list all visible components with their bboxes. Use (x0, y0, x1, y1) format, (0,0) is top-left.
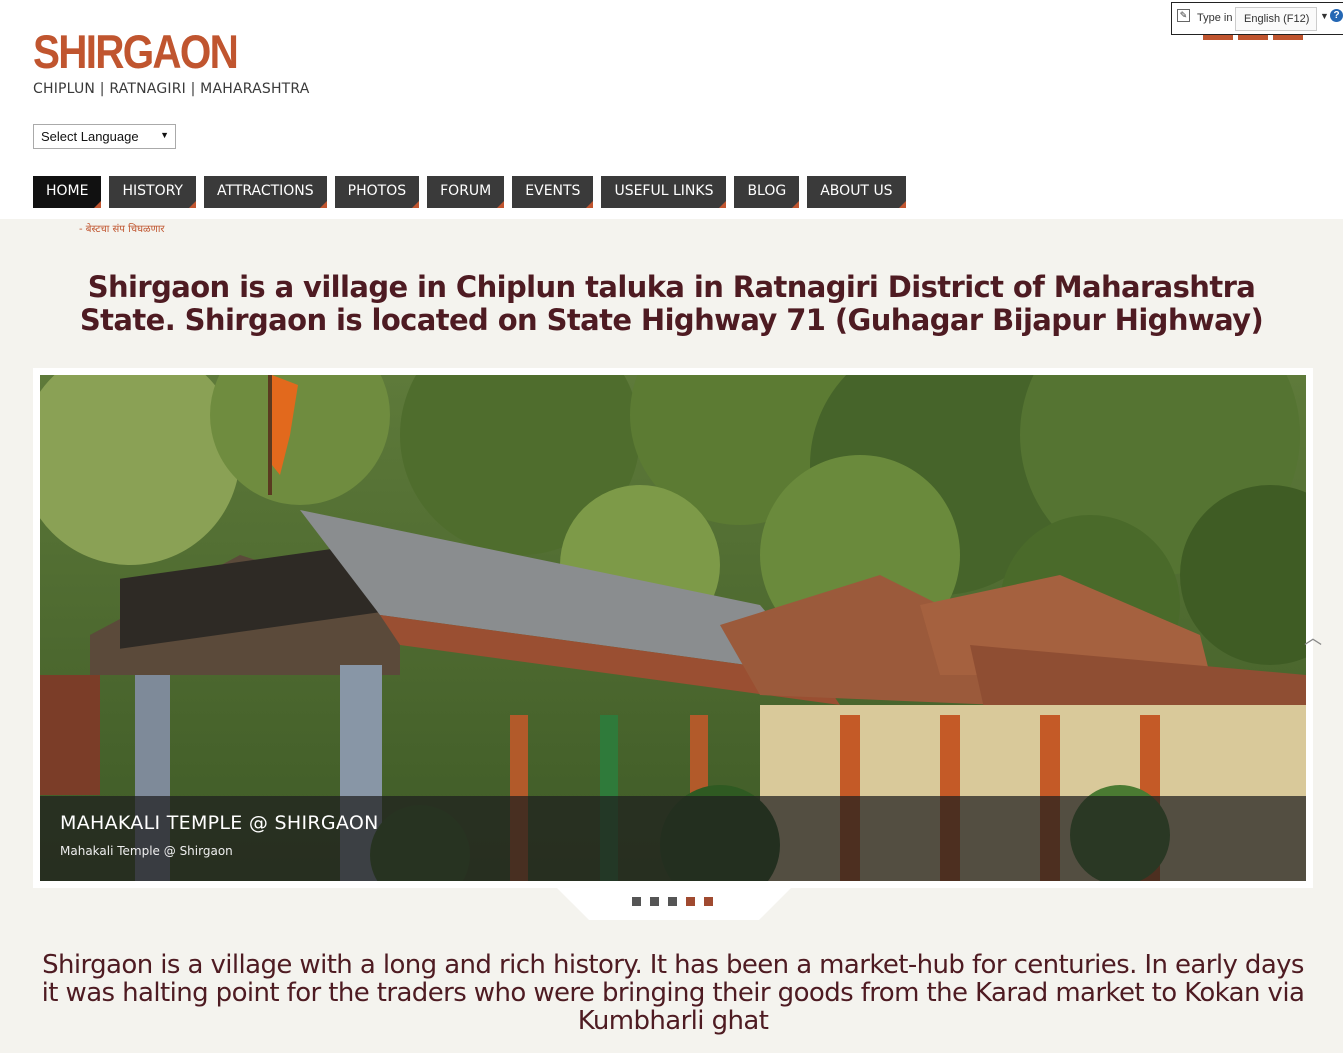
nav-photos[interactable]: PHOTOS (334, 176, 420, 208)
slider-dot[interactable] (704, 897, 713, 906)
intro-headline: Shirgaon is a village in Chiplun taluka … (79, 270, 1264, 337)
chevron-down-icon: ▼ (160, 130, 169, 140)
type-in-language-select[interactable]: English (F12) (1235, 7, 1317, 31)
social-tab[interactable] (1238, 35, 1268, 40)
social-tab[interactable] (1203, 35, 1233, 40)
language-select[interactable]: Select Language ▼ (33, 124, 176, 149)
slide-caption-subtitle: Mahakali Temple @ Shirgaon (60, 844, 233, 858)
history-intro: Shirgaon is a village with a long and ri… (41, 950, 1305, 1036)
slider-dot[interactable] (632, 897, 641, 906)
slide-caption-overlay (40, 796, 1306, 881)
chevron-down-icon[interactable]: ▼ (1320, 11, 1329, 21)
type-in-label: Type in (1197, 12, 1233, 24)
slide-caption-title: MAHAKALI TEMPLE @ SHIRGAON (60, 812, 379, 834)
language-select-value: Select Language (41, 129, 139, 144)
slider-dot[interactable] (668, 897, 677, 906)
nav-blog[interactable]: BLOG (734, 176, 800, 208)
help-icon[interactable]: ? (1330, 9, 1343, 22)
scroll-up-icon[interactable]: ︿ (1304, 624, 1322, 650)
nav-forum[interactable]: FORUM (427, 176, 505, 208)
site-tagline: CHIPLUN | RATNAGIRI | MAHARASHTRA (33, 81, 310, 97)
news-ticker[interactable]: - बेस्टचा संप चिघळणार (79, 221, 165, 235)
nav-attractions[interactable]: ATTRACTIONS (203, 176, 327, 208)
slider-dot[interactable] (650, 897, 659, 906)
site-logo[interactable]: SHIRGAON (33, 24, 239, 79)
social-tab[interactable] (1273, 35, 1303, 40)
main-nav: HOME HISTORY ATTRACTIONS PHOTOS FORUM EV… (33, 176, 906, 208)
nav-events[interactable]: EVENTS (512, 176, 594, 208)
nav-useful-links[interactable]: USEFUL LINKS (601, 176, 727, 208)
slider-dot-active[interactable] (686, 897, 695, 906)
nav-about-us[interactable]: ABOUT US (807, 176, 906, 208)
nav-home[interactable]: HOME (33, 176, 102, 208)
type-in-widget: ✎ Type in English (F12) ▼ ? (1171, 2, 1343, 35)
keyboard-icon[interactable]: ✎ (1177, 9, 1190, 22)
nav-history[interactable]: HISTORY (109, 176, 196, 208)
